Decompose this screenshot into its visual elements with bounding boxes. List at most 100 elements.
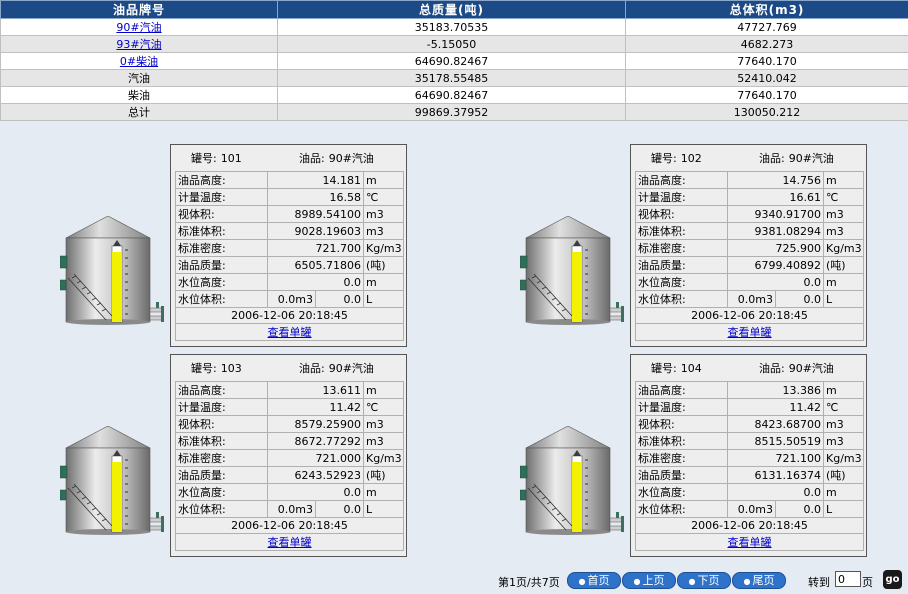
tank-unit: 罐号: 102 油品: 90#汽油 油品高度: 14.756 m 计量温度: 16.… — [520, 144, 880, 350]
goto-page-input[interactable] — [835, 571, 861, 587]
standard-volume-value: 9381.08294 — [727, 222, 824, 240]
last-page-label: 尾页 — [752, 574, 775, 587]
row-standard-density: 标准密度: 721.000 Kg/m3 — [175, 449, 404, 467]
tank-unit: 罐号: 101 油品: 90#汽油 油品高度: 14.181 m 计量温度: 16.… — [60, 144, 420, 350]
go-button[interactable]: go — [883, 570, 902, 589]
tank-oil: 油品: 90#汽油 — [759, 150, 834, 166]
page-info: 第1页/共7页 — [498, 576, 560, 589]
tank-oil: 油品: 90#汽油 — [759, 360, 834, 376]
tank-oil-label: 油品: — [299, 362, 325, 375]
total-volume-value: 130050.212 — [625, 103, 908, 121]
water-volume-liter-value: 0.0 — [775, 290, 824, 308]
total-volume-value: 47727.769 — [625, 18, 908, 36]
standard-density-label: 标准密度: — [635, 239, 728, 257]
oil-grade-link[interactable]: 90#汽油 — [116, 21, 161, 34]
water-height-unit: m — [823, 273, 864, 291]
temperature-unit: ℃ — [823, 398, 864, 416]
standard-volume-value: 9028.19603 — [267, 222, 364, 240]
standard-density-unit: Kg/m3 — [823, 239, 864, 257]
oil-mass-label: 油品质量: — [175, 466, 268, 484]
total-mass-value: 99869.37952 — [277, 103, 626, 121]
standard-density-value: 721.700 — [267, 239, 364, 257]
prev-page-button[interactable]: ● 上页 — [622, 572, 676, 589]
tank-info-card: 罐号: 101 油品: 90#汽油 油品高度: 14.181 m 计量温度: 16.… — [170, 144, 407, 347]
summary-header-row: 油品牌号 总质量(吨) 总体积(m3) — [0, 0, 908, 19]
oil-mass-value: 6505.71806 — [267, 256, 364, 274]
row-detail-link: 查看单罐 — [175, 533, 404, 551]
tank-oil: 油品: 90#汽油 — [299, 360, 374, 376]
water-volume-label: 水位体积: — [175, 290, 268, 308]
view-single-tank-link[interactable]: 查看单罐 — [728, 536, 772, 549]
tank-info-table: 油品高度: 13.386 m 计量温度: 11.42 ℃ 视体积: 8423.6… — [635, 381, 864, 551]
row-standard-density: 标准密度: 721.100 Kg/m3 — [635, 449, 864, 467]
row-oil-height: 油品高度: 13.386 m — [635, 381, 864, 399]
tank-info-table: 油品高度: 14.756 m 计量温度: 16.61 ℃ 视体积: 9340.9… — [635, 171, 864, 341]
next-page-button[interactable]: ● 下页 — [677, 572, 731, 589]
oil-mass-value: 6131.16374 — [727, 466, 824, 484]
row-temperature: 计量温度: 16.61 ℃ — [635, 188, 864, 206]
oil-grade-link[interactable]: 93#汽油 — [116, 38, 161, 51]
last-page-button[interactable]: ● 尾页 — [732, 572, 786, 589]
summary-row: 柴油 64690.82467 77640.170 — [0, 86, 908, 104]
water-height-label: 水位高度: — [635, 273, 728, 291]
tank-info-card: 罐号: 104 油品: 90#汽油 油品高度: 13.386 m 计量温度: 11.… — [630, 354, 867, 557]
tank-number-label: 罐号: — [191, 152, 217, 165]
standard-volume-label: 标准体积: — [175, 222, 268, 240]
total-mass-value: 64690.82467 — [277, 52, 626, 70]
row-oil-height: 油品高度: 14.181 m — [175, 171, 404, 189]
header-oil-grade: 油品牌号 — [0, 0, 278, 19]
tank-oil-value: 90#汽油 — [788, 362, 834, 375]
row-detail-link: 查看单罐 — [635, 533, 864, 551]
summary-row: 汽油 35178.55485 52410.042 — [0, 69, 908, 87]
tank-oil-label: 油品: — [759, 362, 785, 375]
total-volume-value: 77640.170 — [625, 52, 908, 70]
standard-density-value: 721.100 — [727, 449, 824, 467]
row-water-volume: 水位体积: 0.0m3 0.0 L — [635, 290, 864, 308]
standard-volume-label: 标准体积: — [175, 432, 268, 450]
oil-mass-value: 6799.40892 — [727, 256, 824, 274]
row-standard-volume: 标准体积: 8672.77292 m3 — [175, 432, 404, 450]
tank-oil-label: 油品: — [299, 152, 325, 165]
standard-density-value: 721.000 — [267, 449, 364, 467]
oil-mass-label: 油品质量: — [635, 466, 728, 484]
row-view-volume: 视体积: 8989.54100 m3 — [175, 205, 404, 223]
tank-illustration — [520, 216, 624, 325]
temperature-label: 计量温度: — [635, 398, 728, 416]
first-page-button[interactable]: ● 首页 — [567, 572, 621, 589]
row-water-volume: 水位体积: 0.0m3 0.0 L — [175, 290, 404, 308]
oil-mass-unit: (吨) — [823, 256, 864, 274]
water-height-label: 水位高度: — [175, 483, 268, 501]
tank-card-header: 罐号: 104 油品: 90#汽油 — [631, 355, 866, 377]
header-total-mass: 总质量(吨) — [277, 0, 626, 19]
temperature-unit: ℃ — [823, 188, 864, 206]
measure-timestamp: 2006-12-06 20:18:45 — [175, 307, 404, 324]
row-water-height: 水位高度: 0.0 m — [175, 273, 404, 291]
view-single-tank-link[interactable]: 查看单罐 — [268, 536, 312, 549]
view-single-tank-link[interactable]: 查看单罐 — [728, 326, 772, 339]
temperature-unit: ℃ — [363, 398, 404, 416]
water-height-unit: m — [363, 273, 404, 291]
oil-height-value: 13.611 — [267, 381, 364, 399]
tank-card-header: 罐号: 101 油品: 90#汽油 — [171, 145, 406, 167]
summary-row: 93#汽油 -5.15050 4682.273 — [0, 35, 908, 53]
tank-number: 罐号: 102 — [651, 150, 702, 166]
row-detail-link: 查看单罐 — [175, 323, 404, 341]
water-volume-m3-value: 0.0m3 — [727, 500, 776, 518]
tank-number-value: 103 — [220, 362, 242, 375]
water-height-label: 水位高度: — [175, 273, 268, 291]
view-single-tank-link[interactable]: 查看单罐 — [268, 326, 312, 339]
next-page-label: 下页 — [697, 574, 720, 587]
standard-density-value: 725.900 — [727, 239, 824, 257]
oil-height-label: 油品高度: — [635, 381, 728, 399]
oil-grade-name: 总计 — [0, 103, 278, 121]
temperature-value: 11.42 — [727, 398, 824, 416]
row-view-volume: 视体积: 9340.91700 m3 — [635, 205, 864, 223]
oil-grade-link[interactable]: 0#柴油 — [120, 55, 158, 68]
row-standard-volume: 标准体积: 9381.08294 m3 — [635, 222, 864, 240]
row-detail-link: 查看单罐 — [635, 323, 864, 341]
temperature-label: 计量温度: — [175, 398, 268, 416]
row-standard-volume: 标准体积: 9028.19603 m3 — [175, 222, 404, 240]
tank-number-value: 101 — [220, 152, 242, 165]
view-volume-unit: m3 — [823, 205, 864, 223]
bullet-icon: ● — [743, 577, 751, 586]
